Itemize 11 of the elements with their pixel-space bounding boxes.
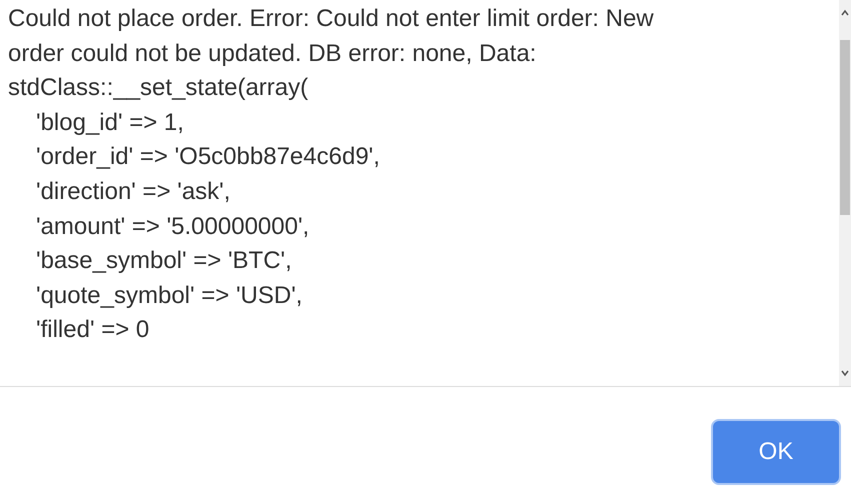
data-line: 'base_symbol' => 'BTC', bbox=[35, 246, 293, 276]
data-line: 'filled' => 0 bbox=[35, 315, 150, 346]
ok-button[interactable]: OK bbox=[711, 419, 841, 485]
data-line: 'direction' => 'ask', bbox=[35, 176, 232, 207]
error-message: Could not place order. Error: Could not enter limit order: New order could not be updated. DB error: none, Data: bbox=[8, 4, 655, 69]
data-line: 'quote_symbol' => 'USD', bbox=[35, 280, 304, 311]
data-line: 'blog_id' => 1, bbox=[35, 108, 185, 138]
data-line: 'amount' => '5.00000000', bbox=[35, 212, 310, 242]
scrollbar[interactable] bbox=[839, 0, 851, 386]
data-line: stdClass::__set_state(array( bbox=[8, 73, 310, 104]
data-line: 'order_id' => 'O5c0bb87e4c6d9', bbox=[35, 142, 381, 172]
